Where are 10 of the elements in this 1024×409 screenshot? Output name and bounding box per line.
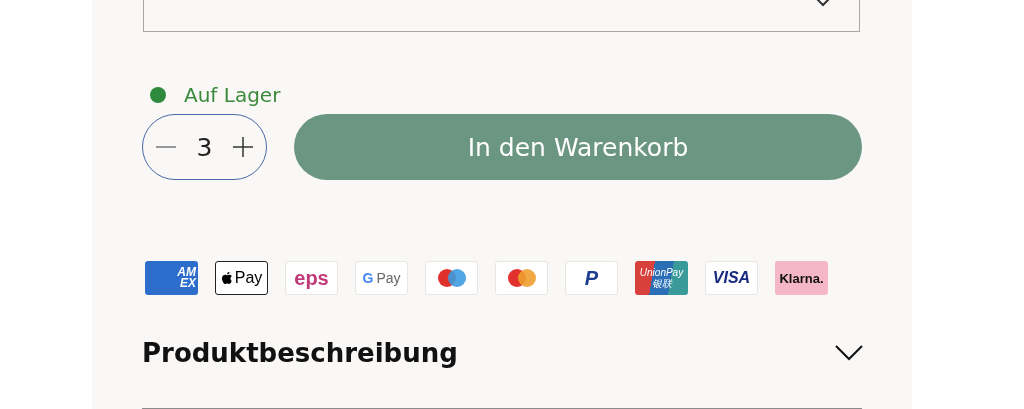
stock-status: Auf Lager [184, 83, 281, 107]
payment-logo: P [565, 261, 618, 295]
payment-logo: VISA [705, 261, 758, 295]
section-title[interactable]: Produktbeschreibung [142, 338, 458, 368]
payment-logo: Klarna. [775, 261, 828, 295]
payment-logo: AM EX [145, 261, 198, 295]
payment-logo: Pay [215, 261, 268, 295]
payment-logo: G Pay [355, 261, 408, 295]
quantity-value[interactable]: 3 [196, 132, 213, 162]
payment-logo: eps [285, 261, 338, 295]
